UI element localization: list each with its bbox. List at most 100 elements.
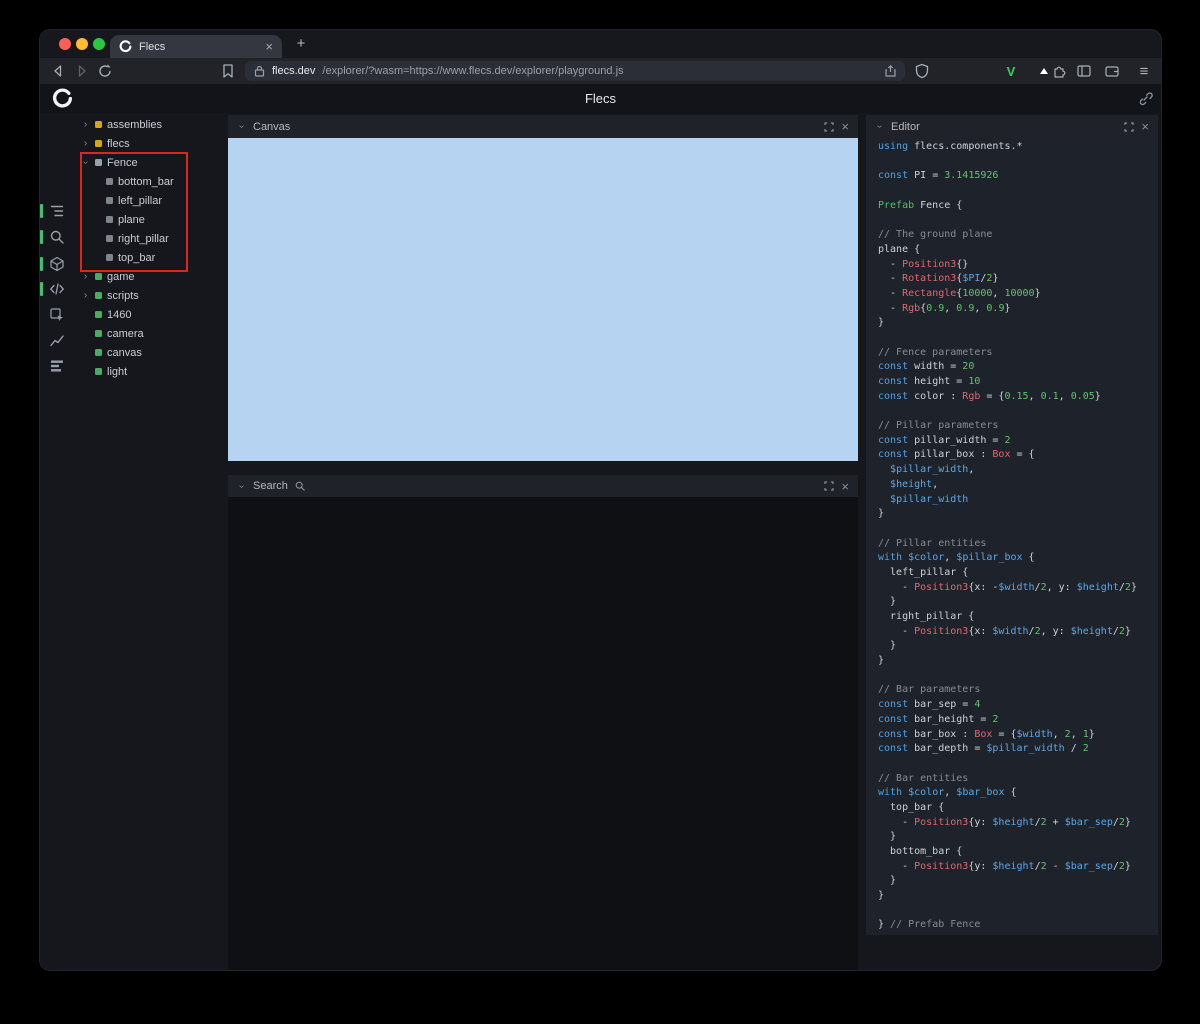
code-line: } (878, 655, 885, 667)
sidebar-stats-icon[interactable] (49, 358, 65, 374)
entity-kind-icon (95, 311, 102, 318)
close-panel-icon[interactable]: × (1141, 120, 1149, 133)
tree-item-camera[interactable]: camera (75, 324, 227, 343)
browser-toolbar: flecs.dev/explorer/?wasm=https://www.fle… (40, 58, 1161, 84)
tree-item-label: left_pillar (118, 194, 163, 207)
app-header: Flecs (40, 84, 1161, 113)
tab-close-icon[interactable]: × (265, 40, 273, 53)
expand-panel-icon[interactable] (824, 481, 835, 491)
sidebar-cube-icon[interactable] (40, 256, 65, 272)
sidebar-toggle-icon[interactable] (1076, 63, 1092, 79)
tree-item-scripts[interactable]: › scripts (75, 286, 227, 305)
app-sidebar (40, 113, 75, 970)
code-line: - Position3{} (878, 258, 969, 270)
sidebar-code-icon[interactable] (40, 281, 65, 297)
brave-rewards-icon[interactable] (1028, 63, 1044, 79)
sidebar-entity-tree-icon[interactable] (40, 203, 65, 219)
entity-kind-icon (95, 273, 102, 280)
code-line: - Position3{y: $height/2 - $bar_sep/2} (878, 860, 1131, 872)
new-tab-button[interactable]: + (290, 33, 312, 55)
v-extension-icon[interactable]: V (1003, 63, 1019, 79)
tree-item-assemblies[interactable]: › assemblies (75, 115, 227, 134)
code-line: with $color, $bar_box { (878, 787, 1017, 799)
tree-item-bottom_bar[interactable]: bottom_bar (75, 172, 227, 191)
reload-icon[interactable] (97, 63, 113, 79)
tree-item-game[interactable]: › game (75, 267, 227, 286)
shield-icon[interactable] (914, 63, 930, 79)
entity-kind-icon (95, 349, 102, 356)
code-line: const bar_box : Box = {$width, 2, 1} (878, 728, 1095, 740)
tree-item-Fence[interactable]: › Fence (75, 153, 227, 172)
browser-tab[interactable]: Flecs × (110, 35, 282, 58)
close-panel-icon[interactable]: × (841, 120, 849, 133)
forward-icon[interactable] (74, 63, 90, 79)
minimize-window-button[interactable] (76, 38, 88, 50)
page-title: Flecs (584, 91, 617, 106)
tree-item-top_bar[interactable]: top_bar (75, 248, 227, 267)
code-line: - Rectangle{10000, 10000} (878, 287, 1041, 299)
editor-panel-title: Editor (891, 120, 920, 133)
close-panel-icon[interactable]: × (841, 480, 849, 493)
code-line: } (878, 596, 897, 608)
zoom-window-button[interactable] (93, 38, 105, 50)
search-results-area[interactable] (228, 497, 858, 970)
tree-chevron-icon[interactable]: › (81, 290, 90, 301)
tree-item-canvas[interactable]: canvas (75, 343, 227, 362)
tree-chevron-icon[interactable]: › (80, 158, 91, 167)
lock-icon (254, 65, 265, 77)
menu-icon[interactable]: ≡ (1136, 63, 1152, 80)
code-line: // Fence parameters (878, 346, 993, 358)
code-line: } (878, 831, 897, 843)
code-line: $height, (890, 478, 939, 490)
canvas-viewport[interactable] (228, 138, 858, 461)
sidebar-chart-icon[interactable] (49, 332, 65, 348)
tree-item-label: top_bar (118, 251, 156, 264)
entity-kind-icon (95, 292, 102, 299)
bookmark-icon[interactable] (220, 63, 236, 79)
panel-chevron-icon[interactable]: › (236, 482, 247, 491)
share-icon[interactable] (885, 65, 896, 77)
close-window-button[interactable] (59, 38, 71, 50)
code-line: } (878, 890, 885, 902)
wallet-icon[interactable] (1104, 63, 1120, 79)
expand-panel-icon[interactable] (1124, 121, 1135, 132)
sidebar-search-icon[interactable] (40, 229, 65, 245)
editor-code[interactable]: using flecs.components.* const PI = 3.14… (866, 138, 1158, 933)
sidebar-inspect-icon[interactable] (49, 307, 65, 323)
code-line: // Pillar entities (878, 537, 987, 549)
code-line: const bar_sep = 4 (878, 699, 981, 711)
tree-chevron-icon[interactable]: › (81, 138, 90, 149)
share-link-icon[interactable] (1138, 91, 1153, 106)
tree-item-left_pillar[interactable]: left_pillar (75, 191, 227, 210)
code-line: $pillar_width (890, 493, 969, 505)
code-line: } // Prefab Fence (878, 919, 981, 931)
code-line: with $color, $pillar_box { (878, 552, 1035, 564)
panel-chevron-icon[interactable]: › (874, 122, 885, 131)
tree-item-flecs[interactable]: › flecs (75, 134, 227, 153)
code-line: // Bar entities (878, 772, 969, 784)
tree-item-label: camera (107, 327, 144, 340)
tree-item-light[interactable]: light (75, 362, 227, 381)
panel-chevron-icon[interactable]: › (236, 122, 247, 131)
entity-kind-icon (106, 235, 113, 242)
code-line: plane { (878, 243, 921, 255)
address-bar[interactable]: flecs.dev/explorer/?wasm=https://www.fle… (245, 61, 905, 81)
extensions-puzzle-icon[interactable] (1052, 63, 1068, 79)
back-icon[interactable] (50, 63, 66, 79)
expand-panel-icon[interactable] (824, 121, 835, 132)
canvas-panel-header: › Canvas × (228, 115, 858, 138)
tree-chevron-icon[interactable]: › (81, 271, 90, 282)
tree-item-plane[interactable]: plane (75, 210, 227, 229)
entity-kind-icon (95, 330, 102, 337)
entity-kind-icon (95, 159, 102, 166)
tree-item-right_pillar[interactable]: right_pillar (75, 229, 227, 248)
code-editor[interactable]: using flecs.components.* const PI = 3.14… (866, 138, 1158, 935)
entity-tree: › assemblies › flecs › Fence bottom_bar left_pi… (75, 115, 227, 381)
tree-item-1460[interactable]: 1460 (75, 305, 227, 324)
tree-chevron-icon[interactable]: › (81, 119, 90, 130)
